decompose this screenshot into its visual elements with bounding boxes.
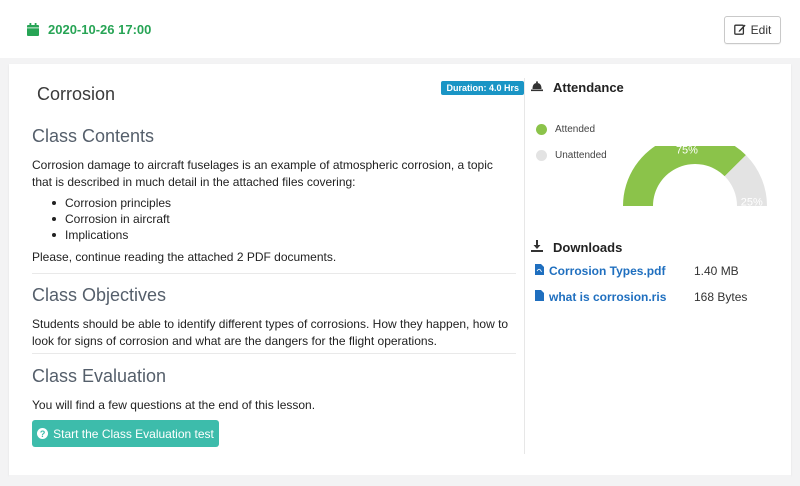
top-bar: 2020-10-26 17:00 Edit xyxy=(0,0,800,58)
legend-unattended: Unattended xyxy=(536,150,607,161)
date-text: 2020-10-26 17:00 xyxy=(48,22,152,37)
lesson-main: Corrosion Duration: 4.0 Hrs Class Conten… xyxy=(9,64,524,475)
downloads-header: Downloads xyxy=(531,240,622,255)
contents-outro: Please, continue reading the attached 2 … xyxy=(32,250,337,264)
bell-icon xyxy=(531,80,543,95)
edit-label: Edit xyxy=(750,23,772,37)
download-name: Corrosion Types.pdf xyxy=(549,264,666,278)
edit-icon xyxy=(733,23,746,38)
legend-swatch-attended xyxy=(536,124,547,135)
duration-badge: Duration: 4.0 Hrs xyxy=(441,81,524,95)
download-link-ris[interactable]: what is corrosion.ris xyxy=(535,290,694,304)
question-circle-icon: ? xyxy=(37,428,49,439)
divider xyxy=(32,273,516,274)
column-divider xyxy=(524,78,525,454)
gauge-label-attended: 75% xyxy=(676,146,698,157)
download-link-pdf[interactable]: Corrosion Types.pdf xyxy=(535,264,694,278)
download-size: 168 Bytes xyxy=(694,290,748,304)
download-row: what is corrosion.ris 168 Bytes xyxy=(535,290,747,304)
edit-button[interactable]: Edit xyxy=(724,16,781,44)
attendance-title: Attendance xyxy=(553,80,624,95)
attendance-gauge: 75% 25% xyxy=(623,146,767,206)
download-name: what is corrosion.ris xyxy=(549,290,667,304)
download-row: Corrosion Types.pdf 1.40 MB xyxy=(535,264,739,278)
attendance-header: Attendance xyxy=(531,80,624,95)
evaluation-text: You will find a few questions at the end… xyxy=(32,398,316,412)
start-evaluation-button[interactable]: ? Start the Class Evaluation test xyxy=(32,420,219,447)
page-bottom xyxy=(9,475,791,486)
list-item: Corrosion in aircraft xyxy=(52,211,171,227)
download-size: 1.40 MB xyxy=(694,264,739,278)
objectives-title: Class Objectives xyxy=(32,285,167,305)
legend-label: Unattended xyxy=(555,150,607,161)
legend-label: Attended xyxy=(555,124,596,135)
legend-swatch-unattended xyxy=(536,150,547,161)
lesson-title: Corrosion xyxy=(37,84,116,104)
start-evaluation-label: Start the Class Evaluation test xyxy=(53,426,214,441)
class-date: 2020-10-26 17:00 xyxy=(27,22,151,37)
list-item: Implications xyxy=(52,227,171,243)
evaluation-title: Class Evaluation xyxy=(32,366,167,386)
pdf-file-icon xyxy=(535,264,544,278)
calendar-icon xyxy=(27,23,39,36)
contents-intro: Corrosion damage to aircraft fuselages i… xyxy=(32,158,493,189)
downloads-title: Downloads xyxy=(553,240,623,255)
download-icon xyxy=(531,240,543,255)
divider xyxy=(32,353,516,354)
gauge-label-unattended: 25% xyxy=(741,197,763,206)
contents-title: Class Contents xyxy=(32,126,155,146)
contents-list: Corrosion principles Corrosion in aircra… xyxy=(52,195,171,243)
legend-attended: Attended xyxy=(536,124,595,135)
list-item: Corrosion principles xyxy=(52,195,171,211)
file-icon xyxy=(535,290,544,304)
objectives-text: Students should be able to identify diff… xyxy=(32,317,509,348)
